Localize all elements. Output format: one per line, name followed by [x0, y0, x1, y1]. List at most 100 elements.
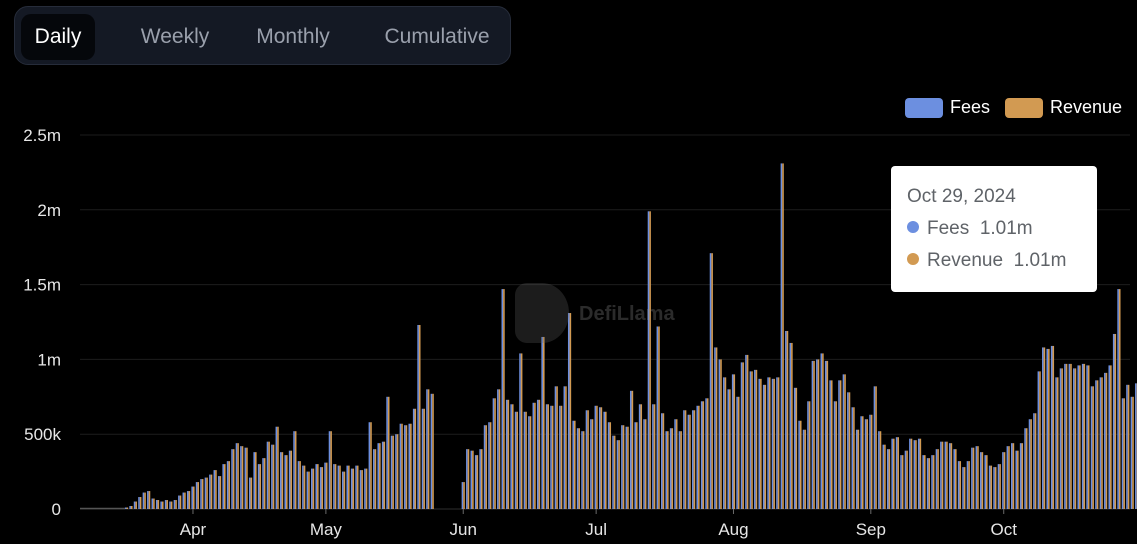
bar-revenue — [144, 492, 146, 509]
bar-revenue — [170, 501, 173, 509]
bar-fees — [687, 414, 690, 509]
bar-revenue — [467, 449, 470, 509]
bar-fees — [563, 386, 566, 509]
bar-fees — [138, 497, 140, 509]
bar-revenue — [1030, 419, 1032, 509]
bar-fees — [178, 495, 180, 509]
bar-fees — [377, 443, 380, 509]
bar-fees — [612, 435, 614, 509]
bar-fees — [1046, 348, 1049, 509]
bar-revenue — [892, 438, 895, 509]
bar-revenue — [392, 435, 394, 509]
bar-revenue — [959, 461, 962, 509]
bar-fees — [740, 362, 743, 509]
bar-fees — [625, 426, 628, 509]
bar-fees — [1015, 450, 1018, 509]
bar-revenue — [551, 405, 554, 509]
bar-fees — [1006, 446, 1009, 509]
bar-fees — [864, 419, 867, 509]
bar-revenue — [671, 428, 674, 509]
bar-revenue — [1056, 377, 1059, 509]
bar-revenue — [888, 449, 891, 509]
x-tick-label: Apr — [180, 520, 207, 539]
bar-revenue — [605, 411, 607, 509]
bar-fees — [501, 289, 504, 509]
bar-fees — [709, 253, 712, 509]
bar-fees — [824, 360, 827, 509]
bar-fees — [1050, 345, 1053, 509]
bar-revenue — [569, 313, 572, 509]
bar-revenue — [596, 405, 598, 509]
bar-revenue — [861, 416, 864, 509]
bar-fees — [426, 389, 428, 509]
bar-fees — [948, 443, 951, 509]
bar-revenue — [192, 486, 195, 509]
bar-revenue — [609, 422, 612, 509]
bar-revenue — [1079, 365, 1081, 509]
bar-revenue — [374, 449, 377, 509]
bar-fees — [643, 419, 645, 509]
bar-fees — [1028, 419, 1031, 509]
bar-fees — [222, 464, 224, 509]
bar-fees — [590, 419, 592, 509]
bar-fees — [971, 447, 973, 509]
bar-revenue — [830, 380, 833, 509]
bar-revenue — [1025, 428, 1028, 509]
bar-fees — [461, 482, 464, 509]
bar-fees — [895, 437, 898, 509]
bar-fees — [678, 431, 681, 509]
bar-revenue — [737, 396, 740, 509]
fees-dot-icon — [907, 221, 919, 233]
bar-fees — [231, 449, 233, 509]
bar-revenue — [405, 425, 408, 509]
bar-fees — [359, 470, 362, 509]
bar-revenue — [250, 477, 253, 509]
bar-revenue — [813, 360, 815, 509]
bar-fees — [275, 426, 278, 509]
bar-revenue — [529, 416, 532, 509]
bar-fees — [669, 428, 672, 509]
bar-revenue — [782, 163, 784, 509]
bar-fees — [997, 464, 1000, 509]
bar-revenue — [348, 465, 350, 509]
bar-fees — [878, 431, 880, 509]
bar-fees — [829, 380, 831, 509]
bar-fees — [1104, 372, 1106, 509]
bar-fees — [559, 405, 561, 509]
bar-revenue — [1118, 289, 1121, 509]
bar-fees — [1108, 365, 1111, 509]
bar-fees — [217, 476, 220, 509]
bar-revenue — [184, 492, 186, 509]
bar-fees — [488, 422, 490, 509]
bar-fees — [917, 438, 920, 509]
bar-fees — [528, 416, 530, 509]
bar-fees — [1081, 363, 1084, 509]
bar-revenue — [175, 500, 177, 509]
bar-fees — [293, 431, 295, 509]
bar-revenue — [219, 476, 222, 509]
bar-revenue — [241, 446, 244, 509]
bar-revenue — [786, 330, 789, 509]
bar-fees — [404, 425, 406, 509]
bar-revenue — [622, 425, 625, 509]
bar-revenue — [923, 455, 926, 509]
bar-revenue — [1123, 398, 1125, 509]
bar-revenue — [972, 447, 975, 509]
bar-revenue — [503, 289, 505, 509]
bar-revenue — [879, 431, 882, 509]
tooltip-row-fees: Fees 1.01m — [907, 218, 1033, 240]
bar-revenue — [826, 360, 829, 509]
bar-revenue — [135, 501, 137, 509]
bar-fees — [674, 419, 676, 509]
bar-revenue — [166, 500, 168, 509]
bar-fees — [1121, 398, 1124, 509]
bar-fees — [523, 411, 526, 509]
bar-fees — [514, 411, 517, 509]
bar-fees — [785, 330, 787, 509]
bar-revenue — [1065, 363, 1068, 509]
bar-fees — [776, 377, 778, 509]
bar-revenue — [804, 429, 806, 509]
bar-revenue — [990, 465, 993, 509]
bar-fees — [510, 404, 512, 509]
bar-fees — [492, 398, 495, 509]
